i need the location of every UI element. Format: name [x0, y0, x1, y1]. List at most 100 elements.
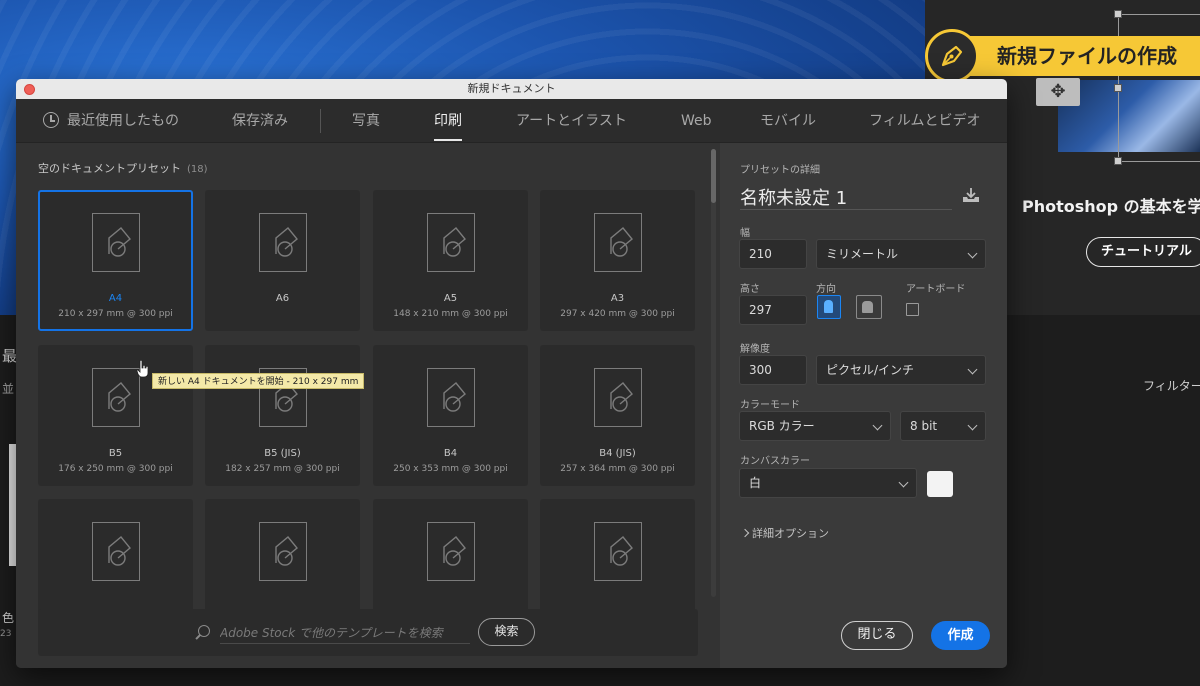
document-icon: [259, 522, 307, 581]
window-close-button[interactable]: [24, 84, 35, 95]
resolution-unit-select[interactable]: ピクセル/インチ: [816, 355, 986, 385]
width-label: 幅: [740, 228, 750, 239]
close-button[interactable]: 閉じる: [841, 621, 913, 650]
home-fragment: 並: [2, 382, 15, 396]
artboard-label: アートボード: [906, 284, 966, 295]
unit-value: ミリメートル: [826, 247, 899, 261]
canvas-color-label: カンバスカラー: [740, 456, 810, 467]
height-input[interactable]: 297: [739, 295, 807, 325]
color-mode-select[interactable]: RGB カラー: [739, 411, 891, 441]
stock-search-input[interactable]: [220, 622, 470, 644]
preset-name: B5 (JIS): [264, 448, 301, 459]
preset-card[interactable]: B5 176 x 250 mm @ 300 ppi: [38, 345, 193, 486]
home-fragment: 最: [2, 347, 18, 365]
preset-card[interactable]: B4 (JIS) 257 x 364 mm @ 300 ppi: [540, 345, 695, 486]
scroll-thumb[interactable]: [711, 149, 716, 203]
document-icon: [427, 213, 475, 272]
canvas-color-value: 白: [749, 476, 762, 490]
tab-photo[interactable]: 写真: [352, 99, 380, 143]
document-icon: [594, 213, 642, 272]
landscape-icon: [862, 301, 873, 313]
document-name-field[interactable]: 名称未設定 1: [740, 184, 952, 210]
preset-name: B4: [443, 448, 458, 459]
chevron-down-icon: [872, 420, 883, 431]
pen-icon: [925, 29, 979, 83]
bit-depth-select[interactable]: 8 bit: [900, 411, 986, 441]
color-mode-label: カラーモード: [740, 400, 800, 411]
document-icon: [427, 368, 475, 427]
preset-name: B4 (JIS): [599, 448, 636, 459]
preset-card[interactable]: B4 250 x 353 mm @ 300 ppi: [373, 345, 528, 486]
tab-print[interactable]: 印刷: [434, 99, 462, 143]
tab-label: 最近使用したもの: [67, 113, 179, 129]
portrait-orientation-button[interactable]: [817, 295, 841, 319]
banner-text: 新規ファイルの作成: [949, 36, 1200, 76]
preset-size: 297 x 420 mm @ 300 ppi: [560, 309, 675, 319]
canvas-color-select[interactable]: 白: [739, 468, 917, 498]
search-icon: [198, 625, 210, 637]
tab-web[interactable]: Web: [681, 99, 712, 143]
preset-name: A6: [275, 293, 290, 304]
width-input[interactable]: 210: [739, 239, 807, 269]
document-icon: [92, 368, 140, 427]
landscape-orientation-button[interactable]: [856, 295, 882, 319]
learn-title: Photoshop の基本を学: [1022, 197, 1200, 216]
preset-details-panel: プリセットの詳細 名称未設定 1 幅 210 ミリメートル 高さ 297 方向 …: [720, 143, 1007, 668]
dialog-title: 新規ドキュメント: [467, 82, 556, 95]
preset-card[interactable]: A5 148 x 210 mm @ 300 ppi: [373, 190, 528, 331]
create-button[interactable]: 作成: [931, 621, 990, 650]
canvas-color-swatch[interactable]: [927, 471, 953, 497]
advanced-options-label: 詳細オプション: [752, 527, 829, 540]
document-icon: [92, 522, 140, 581]
tutorial-button[interactable]: チュートリアル: [1086, 237, 1200, 267]
save-preset-icon[interactable]: [962, 187, 980, 203]
document-icon: [92, 213, 140, 272]
filter-label: フィルター: [1143, 379, 1200, 393]
presets-heading: 空のドキュメントプリセット (18): [38, 160, 208, 176]
preset-name: B5: [108, 448, 123, 459]
color-mode-value: RGB カラー: [749, 419, 815, 433]
preset-card[interactable]: A4 210 x 297 mm @ 300 ppi: [38, 190, 193, 331]
unit-select[interactable]: ミリメートル: [816, 239, 986, 269]
preset-area: 空のドキュメントプリセット (18) A4 210 x 297 mm @ 300 p…: [16, 143, 720, 668]
preset-size: 182 x 257 mm @ 300 ppi: [225, 464, 340, 474]
mouse-cursor-icon: [136, 360, 149, 378]
resolution-unit-value: ピクセル/インチ: [826, 363, 915, 377]
artboard-checkbox[interactable]: [906, 303, 919, 316]
preset-card[interactable]: A6: [205, 190, 360, 331]
category-tabs: 最近使用したもの 保存済み 写真 印刷 アートとイラスト Web モバイル フィ…: [16, 99, 1007, 143]
resolution-label: 解像度: [740, 344, 770, 355]
tab-saved[interactable]: 保存済み: [232, 99, 288, 143]
bit-depth-value: 8 bit: [910, 419, 938, 433]
tab-mobile[interactable]: モバイル: [760, 99, 816, 143]
dialog-titlebar: 新規ドキュメント: [16, 79, 1007, 99]
tab-art-illustration[interactable]: アートとイラスト: [516, 99, 627, 143]
height-label: 高さ: [740, 284, 760, 295]
preset-size: 257 x 364 mm @ 300 ppi: [560, 464, 675, 474]
chevron-down-icon: [967, 420, 978, 431]
chevron-down-icon: [967, 248, 978, 259]
preset-size: 250 x 353 mm @ 300 ppi: [393, 464, 508, 474]
document-icon: [594, 522, 642, 581]
chevron-right-icon: [740, 528, 750, 538]
search-button[interactable]: 検索: [478, 618, 535, 646]
advanced-options-toggle[interactable]: 詳細オプション: [740, 525, 829, 541]
chevron-down-icon: [898, 477, 909, 488]
tab-film-video[interactable]: フィルムとビデオ: [869, 99, 980, 143]
clock-icon: [43, 112, 59, 128]
resolution-input[interactable]: 300: [739, 355, 807, 385]
document-icon: [594, 368, 642, 427]
tab-recent[interactable]: 最近使用したもの: [43, 99, 179, 143]
preset-name: A5: [443, 293, 458, 304]
preset-card[interactable]: A3 297 x 420 mm @ 300 ppi: [540, 190, 695, 331]
preset-card[interactable]: B5 (JIS) 182 x 257 mm @ 300 ppi: [205, 345, 360, 486]
home-fragment: 23: [0, 629, 12, 639]
transform-handle: [1114, 157, 1122, 165]
presets-count: (18): [187, 164, 208, 175]
tutorial-banner: 新規ファイルの作成: [925, 29, 1200, 83]
tab-divider: [320, 109, 321, 133]
preset-scrollbar[interactable]: [711, 149, 716, 597]
preset-name: A3: [610, 293, 625, 304]
document-icon: [259, 213, 307, 272]
preset-size: 148 x 210 mm @ 300 ppi: [393, 309, 508, 319]
